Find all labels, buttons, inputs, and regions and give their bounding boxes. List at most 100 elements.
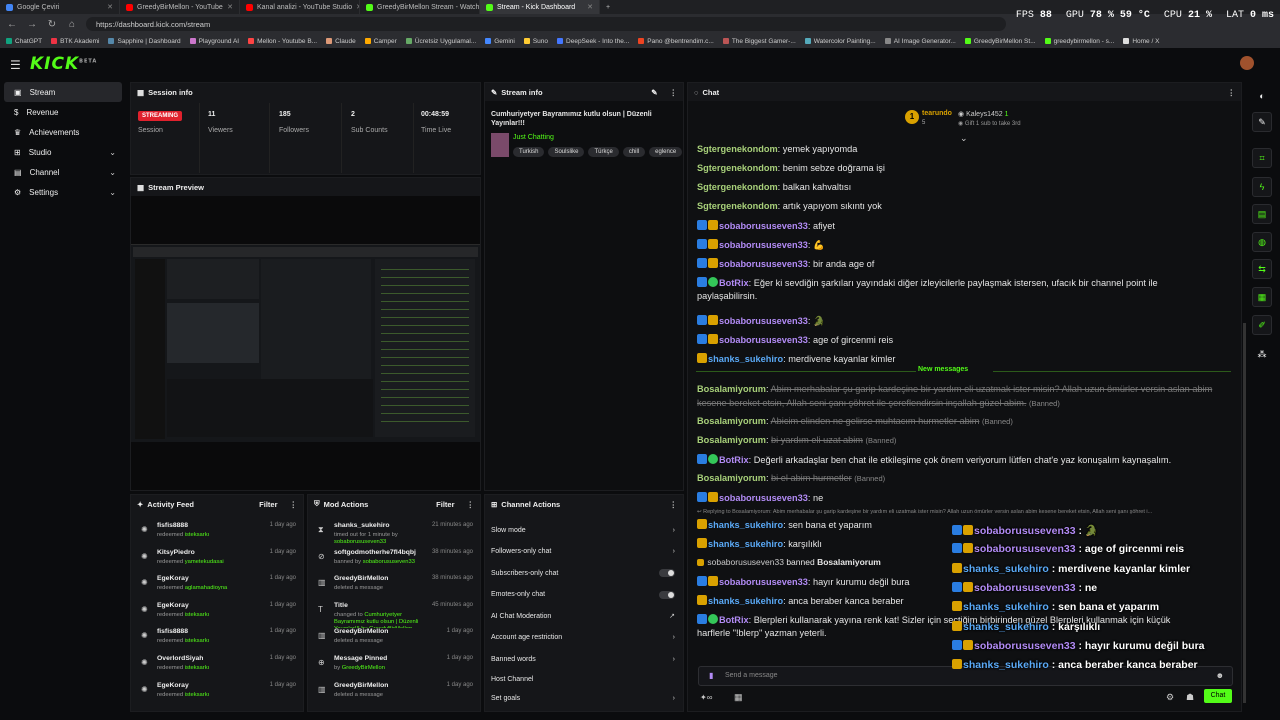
chat-message[interactable]: harflerle "!blerp" yazman yeterli. [697,628,827,638]
chat-username[interactable]: sobaborususeven33 [719,335,808,345]
browser-tab[interactable]: GreedyBirMellon - YouTube ✕ [120,0,240,14]
tag[interactable]: Türkçe [588,147,619,157]
chat-message[interactable]: sobaborususeven33 banned Bosalamiyorum [697,557,881,567]
chat-message[interactable]: paylaşabilirsin. [697,291,757,301]
sidebar-item-achievements[interactable]: ♛ Achievements [4,122,122,142]
chat-username[interactable]: Sgtergenekondom [697,201,778,211]
mod-action-title[interactable]: Title [334,602,434,609]
menu-icon[interactable]: ☰ [10,58,21,72]
category-thumbnail[interactable] [491,133,509,157]
chat-message[interactable]: Bosalamiyorum: bi el abim hurmetler (Ban… [697,473,885,483]
theme-icon[interactable]: ◐ [1252,86,1272,106]
channel-action-host-channel[interactable]: Host Channel [491,669,675,689]
new-tab-button[interactable]: + [600,0,620,14]
more-icon[interactable]: ⋮ [670,88,678,97]
chat-username[interactable]: shanks_sukehiro [708,596,783,606]
banned-user[interactable]: Bosalamiyorum [817,557,881,567]
bookmark-item[interactable]: Pano @bentrendim.c... [638,38,714,45]
second-gifter[interactable]: ◉ Kaleys1452 1 [958,110,1009,118]
chat-message[interactable]: Bosalamiyorum: bi yardım eli uzat abim (… [697,435,896,445]
chat-message[interactable]: sobaborususeven33: bir anda age of [697,258,874,269]
collapse-chevron-icon[interactable]: ⌄ [960,133,968,144]
bookmark-item[interactable]: Mellon - Youtube B... [248,38,317,45]
home-icon[interactable]: ⌂ [66,19,78,30]
mod-action-title[interactable]: Message Pinned [334,655,434,662]
chat-username[interactable]: BotRix [719,455,749,465]
bookmark-item[interactable]: DeepSeek - Into the... [557,38,629,45]
sidebar-item-revenue[interactable]: $ Revenue [4,102,122,122]
mod-action-title[interactable]: shanks_sukehiro [334,522,434,529]
chat-username[interactable]: sobaborususeven33 [719,577,808,587]
chat-message[interactable]: sobaborususeven33: afiyet [697,220,835,231]
calendar-icon[interactable]: ▦ [734,692,743,703]
chat-message[interactable]: kesene bereket etsin, Allah seni şanı şö… [697,398,1060,408]
chat-username[interactable]: Bosalamiyorum [697,384,766,394]
chat-message[interactable]: Sgtergenekondom: balkan kahvaltısı [697,182,851,192]
chat-username[interactable]: shanks_sukehiro [708,539,783,549]
activity-user[interactable]: OverlordSiyah [157,655,209,662]
chat-message[interactable]: Sgtergenekondom: benim sebze doğrama işi [697,163,885,173]
chat-message[interactable]: Bosalamiyorum: Abim merhabalar şu garip … [697,384,1212,394]
mod-icon[interactable]: ☗ [1186,692,1194,703]
channel-action-slow-mode[interactable]: Slow mode › [491,520,675,540]
chat-message[interactable]: shanks_sukehiro: merdivene kayanlar kiml… [697,353,895,364]
sidebar-item-channel[interactable]: ▤ Channel ⌄ [4,162,122,182]
bookmark-item[interactable]: GreedyBirMellon St... [964,38,1036,45]
bookmark-item[interactable]: Watercolor Painting... [804,38,876,45]
activity-user[interactable]: EgeKoray [157,575,227,582]
bookmark-item[interactable]: AI Image Generator... [884,38,956,45]
sidebar-item-studio[interactable]: ⊞ Studio ⌄ [4,142,122,162]
store-icon[interactable]: ▦ [1252,287,1272,307]
wrench-icon[interactable]: ✐ [1252,315,1272,335]
sidebar-item-stream[interactable]: ▣ Stream [4,82,122,102]
forward-icon[interactable]: → [26,19,38,30]
chat-scrollbar[interactable] [1243,323,1246,703]
url-input[interactable]: https://dashboard.kick.com/stream [86,17,1006,31]
back-icon[interactable]: ← [6,19,18,30]
bookmark-item[interactable]: ChatGPT [6,38,42,45]
chat-message[interactable]: shanks_sukehiro: karşılıklı [697,538,822,549]
bookmark-item[interactable]: The Biggest Gamer-... [722,38,796,45]
chat-username[interactable]: Bosalamiyorum [697,435,766,445]
more-icon[interactable]: ⋮ [670,500,678,509]
kick-logo[interactable]: KICKBETA [30,54,97,74]
bookmark-item[interactable]: Ücretsiz Uygulamal... [405,38,476,45]
close-icon[interactable]: ✕ [227,3,233,11]
tag[interactable]: Turkish [513,147,545,157]
bookmark-item[interactable]: Home / X [1123,38,1159,45]
chat-message[interactable]: Sgtergenekondom: artık yapıyom sıkıntı y… [697,201,882,211]
settings-icon[interactable]: ⚙ [1166,692,1174,703]
toggle-switch[interactable] [659,590,675,599]
chat-username[interactable]: BotRix [719,615,749,625]
chat-message[interactable]: sobaborususeven33: 🐊 [697,315,824,327]
chat-message[interactable]: sobaborususeven33: age of gircenmi reis [697,334,893,345]
edit-icon[interactable]: ✎ [651,88,657,97]
channel-action-emotes-only-chat[interactable]: Emotes-only chat [491,585,675,605]
bolt-icon[interactable]: ϟ [1252,177,1272,197]
chat-bubble-icon[interactable]: ◍ [1252,232,1272,252]
chat-username[interactable]: sobaborususeven33 [707,557,784,567]
scan-icon[interactable]: ⌗ [1252,148,1272,168]
mod-action-title[interactable]: softgodmotherhe7fl4bqbj [334,549,434,556]
emoji-icon[interactable]: ☻ [1216,671,1224,680]
clipboard-icon[interactable]: ▤ [1252,204,1272,224]
tag[interactable]: eglence [649,147,683,157]
mod-action-title[interactable]: GreedyBirMellon [334,575,434,582]
mod-action-title[interactable]: GreedyBirMellon [334,628,434,635]
chat-username[interactable]: sobaborususeven33 [719,316,808,326]
chat-username[interactable]: Sgtergenekondom [697,182,778,192]
chat-username[interactable]: sobaborususeven33 [719,259,808,269]
avatar[interactable] [1240,56,1254,70]
chat-message[interactable]: sobaborususeven33: ne [697,492,823,503]
channel-action-followers-only-chat[interactable]: Followers-only chat › [491,542,675,562]
chat-message[interactable]: BotRix: Değerli arkadaşlar ben chat ile … [697,454,1171,465]
category-link[interactable]: Just Chatting [513,134,554,141]
browser-tab-active[interactable]: Stream - Kick Dashboard ✕ [480,0,600,14]
chat-message[interactable]: shanks_sukehiro: anca beraber kanca bera… [697,595,904,606]
new-messages-divider[interactable]: New messages [918,366,968,373]
mic-icon[interactable]: ▮ [709,671,713,680]
chat-username[interactable]: sobaborususeven33 [719,221,808,231]
filter-button[interactable]: Filter [436,500,454,509]
chat-username[interactable]: Sgtergenekondom [697,144,778,154]
chat-message[interactable]: ↩ Replying to Bosalamiyorum: Abim merhab… [697,509,1237,515]
